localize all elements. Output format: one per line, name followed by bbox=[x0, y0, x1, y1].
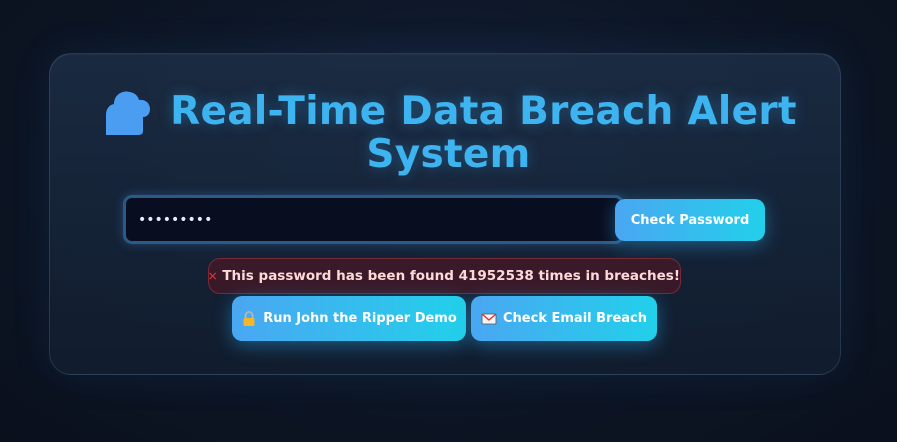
check-password-label: Check Password bbox=[630, 212, 750, 228]
title-line-2: System bbox=[366, 132, 531, 177]
title-line-1: Real-Time Data Breach Alert bbox=[170, 88, 797, 134]
breach-alert: This password has been found 41952538 ti… bbox=[208, 258, 681, 294]
password-input[interactable] bbox=[123, 195, 624, 244]
lock-icon bbox=[243, 310, 255, 326]
alert-message: This password has been found 41952538 ti… bbox=[222, 268, 680, 284]
mail-icon bbox=[481, 313, 497, 324]
page-title: Real-Time Data Breach Alert System bbox=[0, 84, 897, 182]
run-john-demo-label: Run John the Ripper Demo bbox=[263, 311, 457, 326]
run-john-demo-button[interactable]: Run John the Ripper Demo bbox=[232, 296, 466, 341]
check-email-breach-button[interactable]: Check Email Breach bbox=[471, 296, 657, 341]
x-icon bbox=[209, 272, 217, 280]
check-email-breach-label: Check Email Breach bbox=[503, 311, 647, 326]
check-password-button[interactable]: Check Password bbox=[615, 199, 765, 241]
cloud-icon bbox=[106, 91, 151, 135]
